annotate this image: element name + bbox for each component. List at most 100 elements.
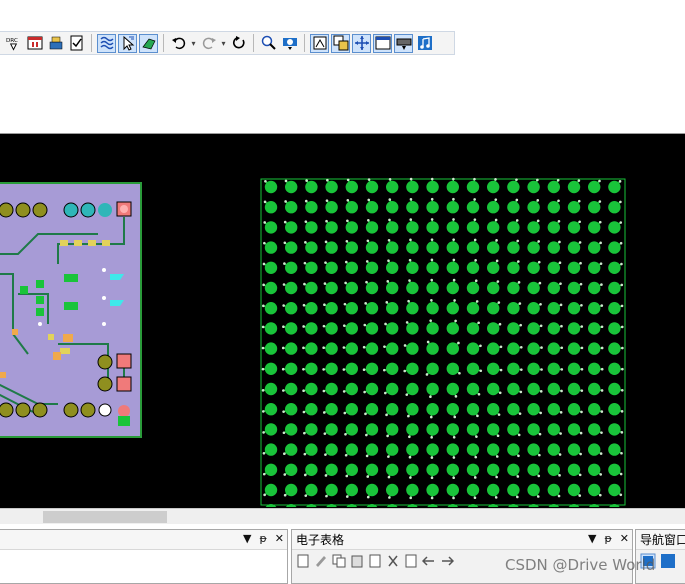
via <box>303 431 306 435</box>
bga-pad <box>426 382 439 396</box>
navigator-fit-icon[interactable] <box>660 553 676 569</box>
route-icon[interactable] <box>97 33 116 53</box>
via <box>452 258 456 262</box>
close-icon[interactable]: ✕ <box>620 532 629 545</box>
pcb-board[interactable] <box>0 182 142 438</box>
edit-icon[interactable] <box>314 553 328 569</box>
board-view-icon[interactable] <box>310 33 329 53</box>
close-icon[interactable]: ✕ <box>275 532 284 545</box>
bga-pad <box>507 322 520 335</box>
via <box>426 340 430 344</box>
bga-pad <box>264 443 278 456</box>
bga-pad <box>446 241 459 254</box>
bga-pad <box>567 261 581 274</box>
music-icon[interactable] <box>415 34 434 53</box>
via <box>453 299 456 302</box>
via <box>304 241 307 244</box>
via <box>518 302 522 305</box>
scrollbar-thumb[interactable] <box>43 511 167 523</box>
bga-pad <box>386 281 399 295</box>
bga-pad <box>588 180 601 194</box>
via <box>560 324 563 328</box>
bga-pad <box>567 201 581 214</box>
layers-icon[interactable] <box>331 33 350 53</box>
bga-pad <box>588 302 601 315</box>
via <box>599 262 603 265</box>
library-icon[interactable] <box>46 34 65 53</box>
via <box>600 304 604 307</box>
via <box>473 198 476 201</box>
via <box>322 411 326 414</box>
document-icon[interactable] <box>368 553 382 569</box>
bga-pad-grid[interactable] <box>259 177 629 507</box>
chevron-down-icon[interactable]: ▾ <box>190 39 197 48</box>
import-icon[interactable] <box>404 553 418 569</box>
bga-pad <box>527 463 540 476</box>
view-icon[interactable] <box>280 34 299 53</box>
via <box>536 219 540 223</box>
window-icon[interactable] <box>373 33 392 53</box>
arrow-left-icon[interactable] <box>422 553 436 569</box>
delete-icon[interactable] <box>386 553 400 569</box>
bga-pad <box>325 483 338 497</box>
bga-pad <box>547 180 560 194</box>
chevron-down-icon[interactable]: ▼ <box>243 532 251 545</box>
via <box>580 346 584 350</box>
bga-pad <box>507 463 520 476</box>
pin-icon[interactable]: ᵽ <box>259 532 266 545</box>
refresh-icon[interactable] <box>229 34 248 53</box>
bga-pad <box>325 443 338 456</box>
bga-pad <box>567 382 581 396</box>
copy-icon[interactable] <box>332 553 346 569</box>
left-panel: ▼ ᵽ ✕ <box>0 529 288 584</box>
via <box>344 281 347 285</box>
drc-icon[interactable]: DRC <box>4 34 23 53</box>
via <box>519 390 523 394</box>
zoom-icon[interactable] <box>259 34 278 53</box>
paste-icon[interactable] <box>350 553 364 569</box>
chevron-down-icon[interactable]: ▼ <box>588 532 596 545</box>
pcb-canvas[interactable] <box>0 134 685 508</box>
move-icon[interactable] <box>352 33 371 53</box>
via <box>579 261 582 265</box>
highlight-icon[interactable] <box>139 33 158 53</box>
via <box>619 200 622 204</box>
bga-pad <box>426 221 439 234</box>
bga-pad <box>264 403 278 416</box>
bga-pad <box>345 382 358 396</box>
bga-pad <box>446 180 459 194</box>
via <box>452 278 456 282</box>
via <box>477 392 481 396</box>
pin-icon[interactable]: ᵽ <box>604 532 611 545</box>
via <box>342 368 346 371</box>
via <box>473 177 476 181</box>
via <box>430 496 434 500</box>
bga-pad <box>345 302 358 315</box>
bga-pad <box>466 342 480 355</box>
calendar-icon[interactable] <box>25 34 44 53</box>
bga-pad <box>386 423 399 436</box>
via <box>282 283 286 286</box>
arrow-right-icon[interactable] <box>440 553 454 569</box>
bga-pad <box>588 463 601 476</box>
via <box>302 303 306 307</box>
via <box>344 432 347 436</box>
report-icon[interactable] <box>67 34 86 53</box>
chevron-down-icon[interactable]: ▾ <box>220 39 227 48</box>
horizontal-scrollbar[interactable] <box>0 508 685 524</box>
undo-icon[interactable] <box>169 34 188 53</box>
bga-pad <box>406 261 419 274</box>
select-icon[interactable] <box>118 33 137 53</box>
board-components <box>0 201 132 426</box>
bga-pad <box>487 322 500 335</box>
new-sheet-icon[interactable] <box>296 553 310 569</box>
bga-pad <box>588 261 601 274</box>
via <box>476 414 479 418</box>
via <box>388 177 392 181</box>
via <box>430 476 434 480</box>
keyboard-icon[interactable] <box>394 33 413 53</box>
bga-pad <box>487 180 500 194</box>
bga-pad <box>547 201 560 214</box>
bga-pad <box>507 261 520 274</box>
redo-icon[interactable] <box>199 34 218 53</box>
